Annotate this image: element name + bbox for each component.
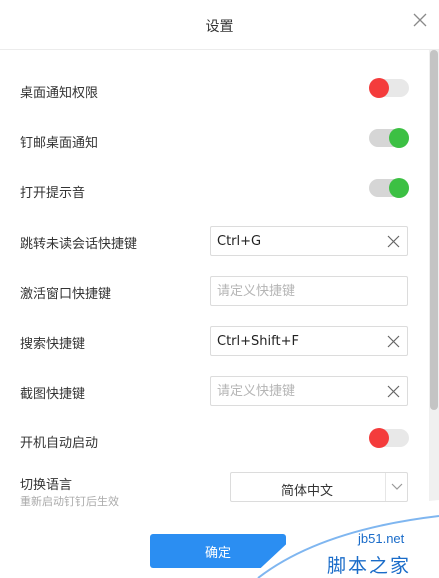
search-shortcut-input[interactable] (211, 327, 381, 355)
desktop-notify-label: 桌面通知权限 (20, 86, 99, 101)
dialog-title: 设置 (205, 19, 234, 35)
search-shortcut-field (210, 326, 408, 356)
toggle-knob (389, 128, 409, 148)
language-select[interactable]: 简体中文 (230, 472, 408, 502)
scrollbar[interactable] (429, 50, 439, 520)
scrollbar-thumb[interactable] (430, 50, 438, 410)
clear-icon[interactable] (387, 235, 400, 248)
chevron-down-icon (391, 483, 403, 490)
pin-notify-toggle[interactable] (369, 128, 409, 148)
language-label: 切换语言 (20, 478, 73, 493)
screenshot-shortcut-label: 截图快捷键 (20, 387, 86, 402)
unread-shortcut-field (210, 226, 408, 256)
activate-shortcut-field (210, 276, 408, 306)
autostart-toggle[interactable] (369, 428, 409, 448)
language-selected: 简体中文 (280, 484, 333, 499)
caret-container (385, 473, 407, 501)
search-shortcut-label: 搜索快捷键 (20, 337, 86, 352)
watermark-site: jb51.net (358, 531, 405, 546)
unread-shortcut-label: 跳转未读会话快捷键 (20, 237, 138, 252)
close-icon[interactable] (411, 11, 429, 29)
screenshot-shortcut-field (210, 376, 408, 406)
desktop-notify-toggle[interactable] (369, 78, 409, 98)
toggle-knob (389, 178, 409, 198)
language-hint: 重新启动钉钉后生效 (20, 495, 119, 508)
dialog-header: 设置 (0, 0, 439, 50)
activate-shortcut-input[interactable] (211, 277, 381, 305)
watermark-text: 脚本之家 (327, 555, 412, 577)
toggle-knob (369, 428, 389, 448)
sound-label: 打开提示音 (20, 186, 86, 201)
clear-icon[interactable] (387, 335, 400, 348)
pin-notify-label: 钉邮桌面通知 (20, 136, 99, 151)
sound-toggle[interactable] (369, 178, 409, 198)
unread-shortcut-input[interactable] (211, 227, 381, 255)
screenshot-shortcut-input[interactable] (211, 377, 381, 405)
autostart-label: 开机自动启动 (20, 436, 99, 451)
activate-shortcut-label: 激活窗口快捷键 (20, 287, 112, 302)
toggle-knob (369, 78, 389, 98)
clear-icon[interactable] (387, 385, 400, 398)
